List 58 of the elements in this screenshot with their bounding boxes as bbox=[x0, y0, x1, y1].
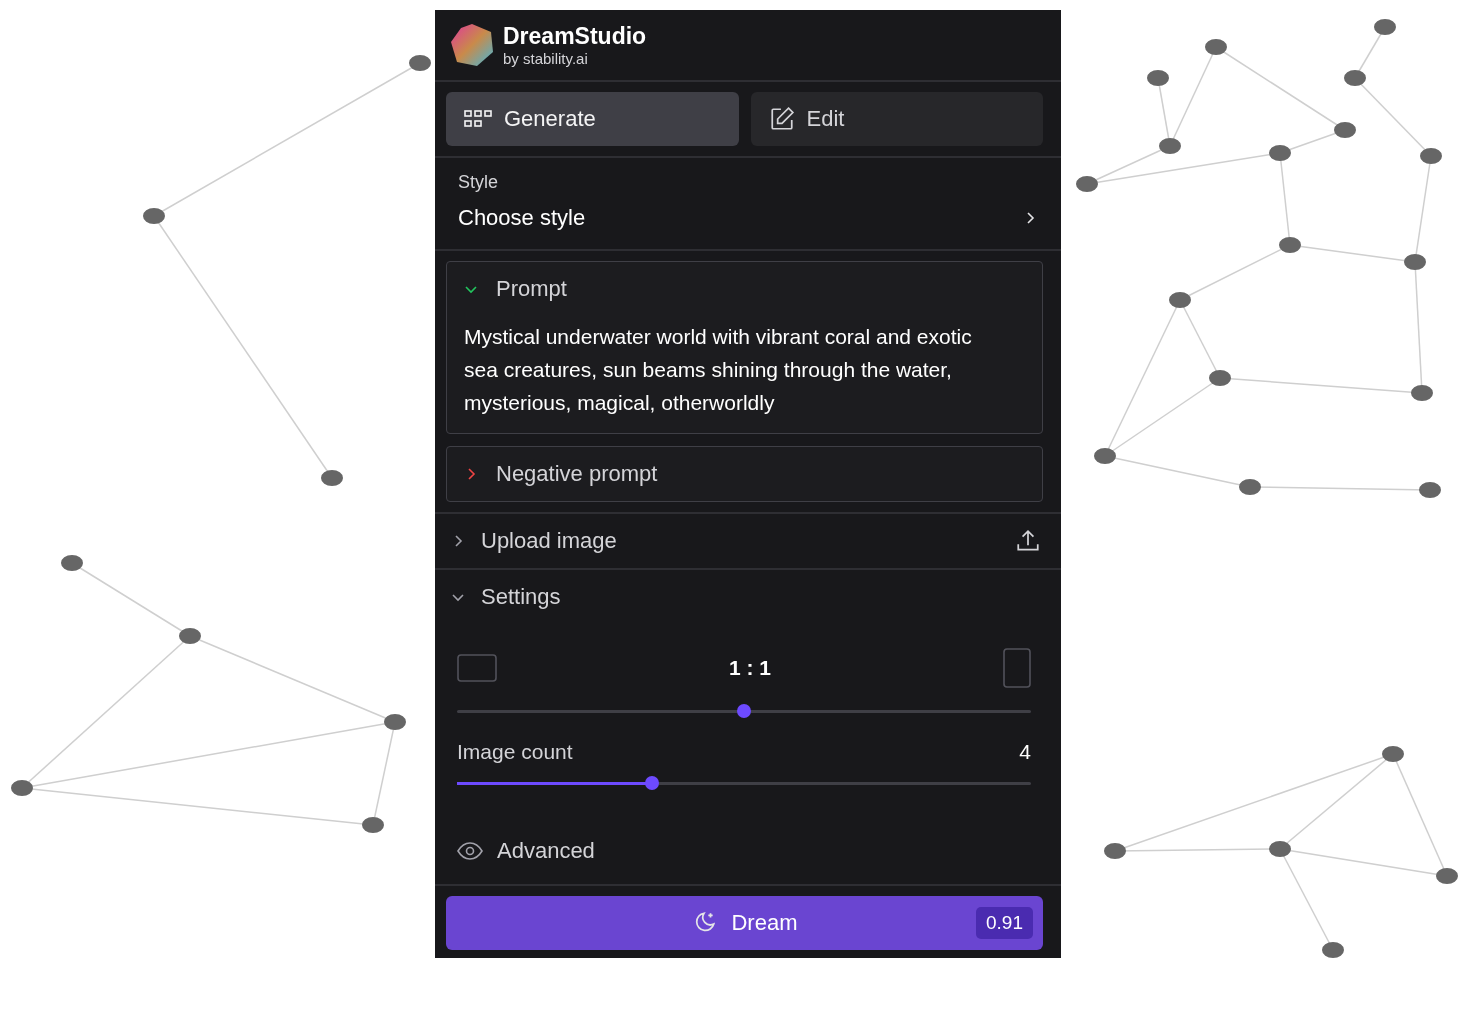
style-label: Style bbox=[458, 172, 500, 193]
graph-node bbox=[1159, 138, 1181, 154]
eye-icon bbox=[457, 842, 483, 860]
graph-node bbox=[1419, 482, 1441, 498]
slider-thumb[interactable] bbox=[645, 776, 660, 790]
graph-node bbox=[384, 714, 406, 730]
aspect-slider[interactable] bbox=[457, 704, 1031, 718]
upload-image-row[interactable]: Upload image bbox=[435, 514, 1061, 570]
graph-node bbox=[61, 555, 83, 571]
grid-icon bbox=[464, 109, 492, 129]
image-count-label: Image count bbox=[457, 740, 573, 764]
image-count-slider[interactable] bbox=[457, 776, 1031, 790]
graph-node bbox=[1269, 841, 1291, 857]
graph-node bbox=[1382, 746, 1404, 762]
graph-node bbox=[1209, 370, 1231, 386]
graph-node bbox=[362, 817, 384, 833]
prompt-text[interactable]: Mystical underwater world with vibrant coral and exotic sea creatures, sun beams shining through the water, mysterious, magical, otherworldly bbox=[464, 320, 1009, 419]
graph-node bbox=[143, 208, 165, 224]
portrait-frame-icon bbox=[1003, 648, 1031, 688]
app-name: DreamStudio bbox=[503, 23, 647, 50]
graph-node bbox=[321, 470, 343, 486]
graph-node bbox=[1334, 122, 1356, 138]
graph-node bbox=[1404, 254, 1426, 270]
graph-node bbox=[1104, 843, 1126, 859]
graph-node bbox=[409, 55, 431, 71]
graph-node bbox=[1076, 176, 1098, 192]
graph-node bbox=[1436, 868, 1458, 884]
graph-node bbox=[1411, 385, 1433, 401]
graph-node bbox=[1169, 292, 1191, 308]
settings-row[interactable]: Settings bbox=[435, 570, 1061, 624]
style-selector[interactable]: Choose style bbox=[458, 205, 1037, 231]
graph-node bbox=[1269, 145, 1291, 161]
graph-node bbox=[1094, 448, 1116, 464]
hexagon-logo-icon bbox=[449, 22, 495, 68]
graph-node bbox=[1147, 70, 1169, 86]
upload-icon bbox=[1015, 528, 1041, 554]
aspect-ratio-value: 1 : 1 bbox=[729, 656, 771, 680]
graph-node bbox=[1239, 479, 1261, 495]
graph-node bbox=[1322, 942, 1344, 958]
graph-node bbox=[1420, 148, 1442, 164]
prompt-header[interactable]: Negative prompt bbox=[464, 461, 1025, 487]
landscape-frame-icon bbox=[457, 654, 497, 682]
graph-node bbox=[179, 628, 201, 644]
image-count-value: 4 bbox=[1019, 740, 1031, 764]
advanced-toggle[interactable]: Advanced bbox=[457, 838, 1031, 864]
mode-tab[interactable]: Generate bbox=[446, 92, 739, 146]
graph-node bbox=[11, 780, 33, 796]
dream-button[interactable]: Dream 0.91 bbox=[446, 896, 1043, 950]
graph-node bbox=[1344, 70, 1366, 86]
prompt-header[interactable]: Prompt bbox=[464, 276, 1025, 302]
graph-node bbox=[1374, 19, 1396, 35]
graph-node bbox=[1205, 39, 1227, 55]
edit-icon bbox=[768, 106, 795, 132]
app-byline: by stability.ai bbox=[503, 50, 589, 67]
graph-node bbox=[1279, 237, 1301, 253]
credit-cost-badge: 0.91 bbox=[976, 907, 1033, 939]
mode-tab[interactable]: Edit bbox=[750, 92, 1043, 146]
slider-thumb[interactable] bbox=[737, 704, 751, 718]
